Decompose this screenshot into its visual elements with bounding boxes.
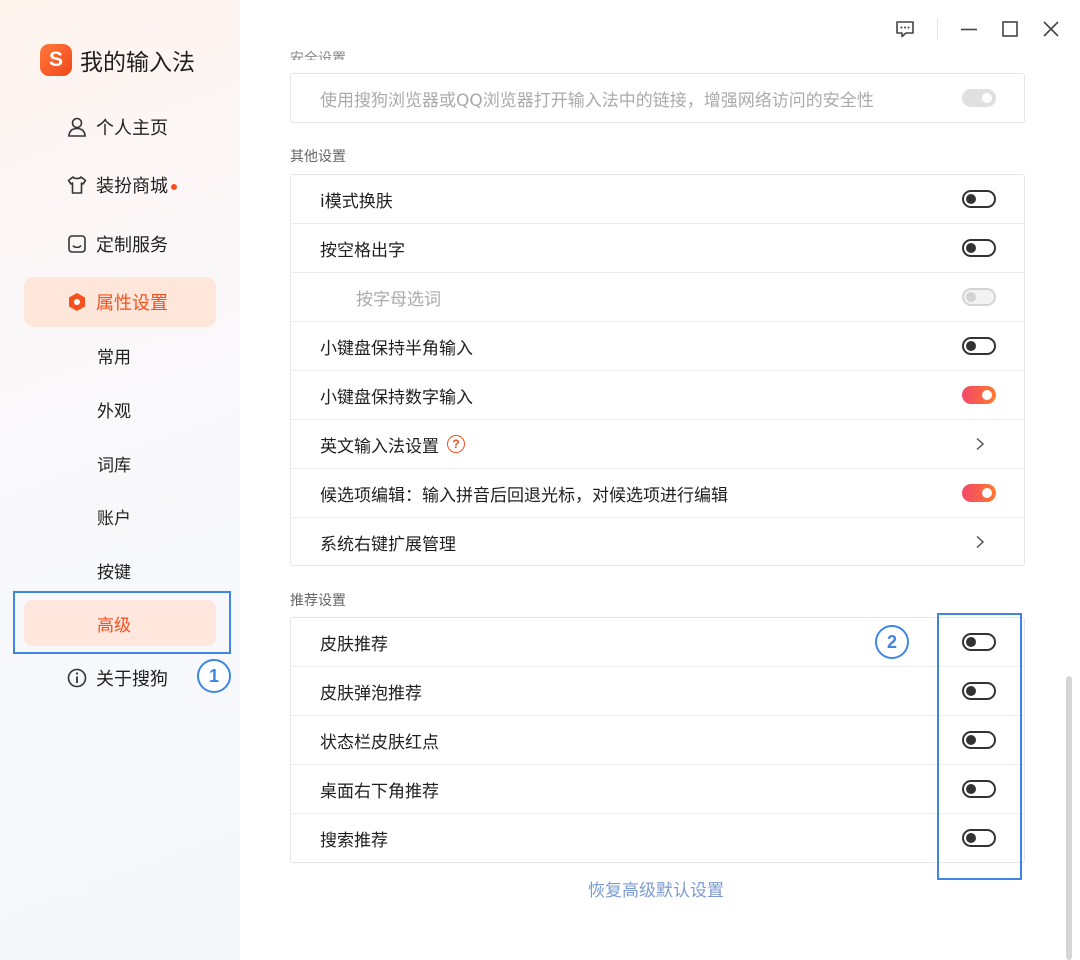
- feedback-icon[interactable]: [893, 17, 917, 41]
- setting-row-numpad-halfwidth: 小键盘保持半角输入: [291, 322, 1024, 371]
- setting-label: i模式换肤: [320, 191, 393, 212]
- setting-label: 小键盘保持数字输入: [320, 387, 473, 408]
- sidebar-item-store[interactable]: 装扮商城: [24, 160, 216, 210]
- setting-label: 皮肤弹泡推荐: [320, 683, 422, 704]
- sidebar-subitem-keys[interactable]: 按键: [24, 547, 216, 593]
- setting-row-statusbar-dot: 状态栏皮肤红点: [291, 716, 1024, 765]
- setting-row-context-menu[interactable]: 系统右键扩展管理: [291, 518, 1024, 567]
- setting-row-search-recommend: 搜索推荐: [291, 814, 1024, 863]
- sidebar-subitem-account[interactable]: 账户: [24, 493, 216, 539]
- setting-label: 系统右键扩展管理: [320, 535, 456, 555]
- sidebar-item-about[interactable]: 关于搜狗: [24, 653, 216, 703]
- annotation-marker-2: 2: [875, 625, 909, 659]
- toggle-space-commit[interactable]: [962, 239, 996, 257]
- annotation-box-advanced: [13, 591, 231, 654]
- setting-label: 按字母选词: [356, 289, 441, 310]
- setting-label: 小键盘保持半角输入: [320, 338, 473, 359]
- setting-row-desktop-corner: 桌面右下角推荐: [291, 765, 1024, 814]
- security-section-label-clip: 安全设置: [290, 48, 346, 60]
- sidebar-item-label: 关于搜狗: [96, 669, 168, 690]
- chevron-right-icon: [976, 535, 985, 549]
- scrollbar[interactable]: [1066, 676, 1072, 960]
- maximize-icon[interactable]: [998, 17, 1022, 41]
- setting-label: 使用搜狗浏览器或QQ浏览器打开输入法中的链接，增强网络访问的安全性: [320, 91, 874, 111]
- setting-row-secure-browser: 使用搜狗浏览器或QQ浏览器打开输入法中的链接，增强网络访问的安全性: [291, 74, 1024, 123]
- sidebar-item-label: 定制服务: [96, 235, 168, 256]
- recommend-settings-label: 推荐设置: [290, 593, 346, 609]
- setting-row-i-mode-skin: i模式换肤: [291, 175, 1024, 224]
- other-settings-label: 其他设置: [290, 149, 346, 165]
- setting-row-skin-bubble: 皮肤弹泡推荐: [291, 667, 1024, 716]
- sidebar-item-label: 个人主页: [96, 118, 168, 139]
- setting-label: 状态栏皮肤红点: [320, 732, 439, 753]
- sidebar-item-label: 属性设置: [96, 293, 168, 314]
- setting-row-skin-recommend: 皮肤推荐: [291, 618, 1024, 667]
- setting-label: 桌面右下角推荐: [320, 781, 439, 802]
- user-icon: [68, 117, 86, 137]
- setting-label: 皮肤推荐: [320, 634, 388, 655]
- setting-row-numpad-digits: 小键盘保持数字输入: [291, 371, 1024, 420]
- setting-row-candidate-edit: 候选项编辑：输入拼音后回退光标，对候选项进行编辑: [291, 469, 1024, 518]
- minimize-icon[interactable]: [957, 17, 981, 41]
- setting-row-english-ime[interactable]: 英文输入法设置 ?: [291, 420, 1024, 469]
- tshirt-icon: [67, 176, 87, 194]
- toggle-candidate-edit[interactable]: [962, 484, 996, 502]
- sidebar-subitem-appearance[interactable]: 外观: [24, 386, 216, 432]
- annotation-box-toggles: [937, 613, 1022, 880]
- sidebar-subitem-dictionary[interactable]: 词库: [24, 440, 216, 486]
- titlebar-divider: [937, 18, 938, 40]
- setting-label: 候选项编辑：输入拼音后回退光标，对候选项进行编辑: [320, 485, 728, 506]
- close-icon[interactable]: [1039, 17, 1063, 41]
- notification-dot: [171, 184, 177, 190]
- toggle-i-mode-skin[interactable]: [962, 190, 996, 208]
- toggle-secure-browser[interactable]: [962, 89, 996, 107]
- security-card: 使用搜狗浏览器或QQ浏览器打开输入法中的链接，增强网络访问的安全性: [290, 73, 1025, 123]
- toggle-numpad-halfwidth[interactable]: [962, 337, 996, 355]
- sidebar: S 我的输入法 个人主页 装扮商城 定制服务 属性设置 常用 外观 词库 账户 …: [0, 0, 240, 960]
- setting-row-letter-select: 按字母选词: [291, 273, 1024, 322]
- chevron-right-icon: [976, 437, 985, 451]
- sidebar-item-label: 装扮商城: [96, 176, 168, 197]
- inbox-icon: [68, 235, 86, 253]
- sidebar-item-profile[interactable]: 个人主页: [24, 102, 216, 152]
- setting-label: 按空格出字: [320, 240, 405, 261]
- restore-defaults-link[interactable]: 恢复高级默认设置: [588, 876, 724, 901]
- setting-label: 英文输入法设置: [320, 436, 439, 457]
- hexagon-gear-icon: [69, 293, 85, 311]
- toggle-letter-select[interactable]: [962, 288, 996, 306]
- setting-label: 搜索推荐: [320, 831, 388, 851]
- help-icon[interactable]: ?: [447, 435, 465, 453]
- other-settings-card: i模式换肤 按空格出字 按字母选词 小键盘保持半角输入 小键盘保持数字输入 英文…: [290, 174, 1025, 566]
- sidebar-subitem-common[interactable]: 常用: [24, 332, 216, 378]
- sogou-logo-icon: S: [40, 44, 72, 76]
- app-brand: S 我的输入法: [40, 42, 195, 78]
- sidebar-item-custom-service[interactable]: 定制服务: [24, 219, 216, 269]
- info-icon: [67, 668, 87, 688]
- toggle-numpad-digits[interactable]: [962, 386, 996, 404]
- annotation-marker-1: 1: [197, 659, 231, 693]
- sidebar-item-settings[interactable]: 属性设置: [24, 277, 216, 327]
- setting-row-space-commit: 按空格出字: [291, 224, 1024, 273]
- recommend-settings-card: 皮肤推荐 皮肤弹泡推荐 状态栏皮肤红点 桌面右下角推荐 搜索推荐: [290, 617, 1025, 863]
- app-title: 我的输入法: [80, 50, 195, 76]
- security-section-label: 安全设置: [290, 51, 346, 60]
